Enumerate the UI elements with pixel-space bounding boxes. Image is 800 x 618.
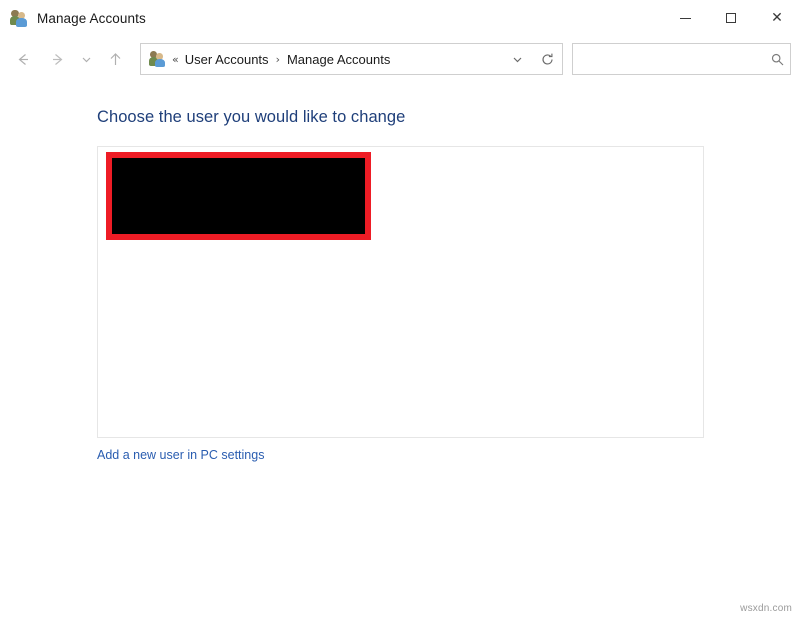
recent-locations-button[interactable] [74, 43, 98, 75]
breadcrumb-item-manage-accounts[interactable]: Manage Accounts [287, 52, 390, 67]
breadcrumb-overflow-icon[interactable]: « [172, 53, 179, 66]
breadcrumb-user-accounts-icon [149, 51, 166, 68]
close-icon: ✕ [771, 10, 783, 26]
back-button[interactable] [6, 43, 40, 75]
close-button[interactable]: ✕ [754, 0, 800, 36]
up-arrow-icon [110, 52, 120, 65]
add-new-user-link[interactable]: Add a new user in PC settings [97, 448, 264, 462]
chevron-down-icon [513, 57, 521, 62]
address-bar[interactable]: « User Accounts › Manage Accounts [140, 43, 563, 75]
refresh-icon [541, 53, 553, 65]
window-title: Manage Accounts [37, 10, 146, 26]
refresh-button[interactable] [532, 44, 562, 74]
up-button[interactable] [98, 43, 132, 75]
minimize-icon [679, 17, 691, 19]
user-list-panel [97, 146, 704, 438]
redacted-user-account [106, 152, 371, 240]
forward-arrow-icon [52, 53, 62, 65]
maximize-button[interactable] [708, 0, 754, 36]
page-title: Choose the user you would like to change [97, 108, 406, 126]
maximize-icon [726, 13, 736, 23]
back-arrow-icon [18, 53, 28, 65]
content-area: Choose the user you would like to change… [0, 82, 800, 618]
search-icon[interactable] [764, 52, 790, 67]
search-input[interactable] [573, 44, 764, 74]
watermark: wsxdn.com [740, 603, 792, 614]
minimize-button[interactable] [662, 0, 708, 36]
chevron-down-icon [82, 57, 90, 62]
search-box[interactable] [572, 43, 791, 75]
window-controls: ✕ [662, 0, 800, 36]
title-bar: Manage Accounts ✕ [0, 0, 800, 36]
user-accounts-icon [10, 9, 28, 27]
navigation-bar: « User Accounts › Manage Accounts [0, 36, 800, 82]
manage-accounts-window: Manage Accounts ✕ « User Accounts › Mana… [0, 0, 800, 618]
forward-button[interactable] [40, 43, 74, 75]
address-dropdown-button[interactable] [502, 44, 532, 74]
breadcrumb-item-user-accounts[interactable]: User Accounts [185, 52, 269, 67]
breadcrumb-separator-icon[interactable]: › [276, 53, 280, 66]
